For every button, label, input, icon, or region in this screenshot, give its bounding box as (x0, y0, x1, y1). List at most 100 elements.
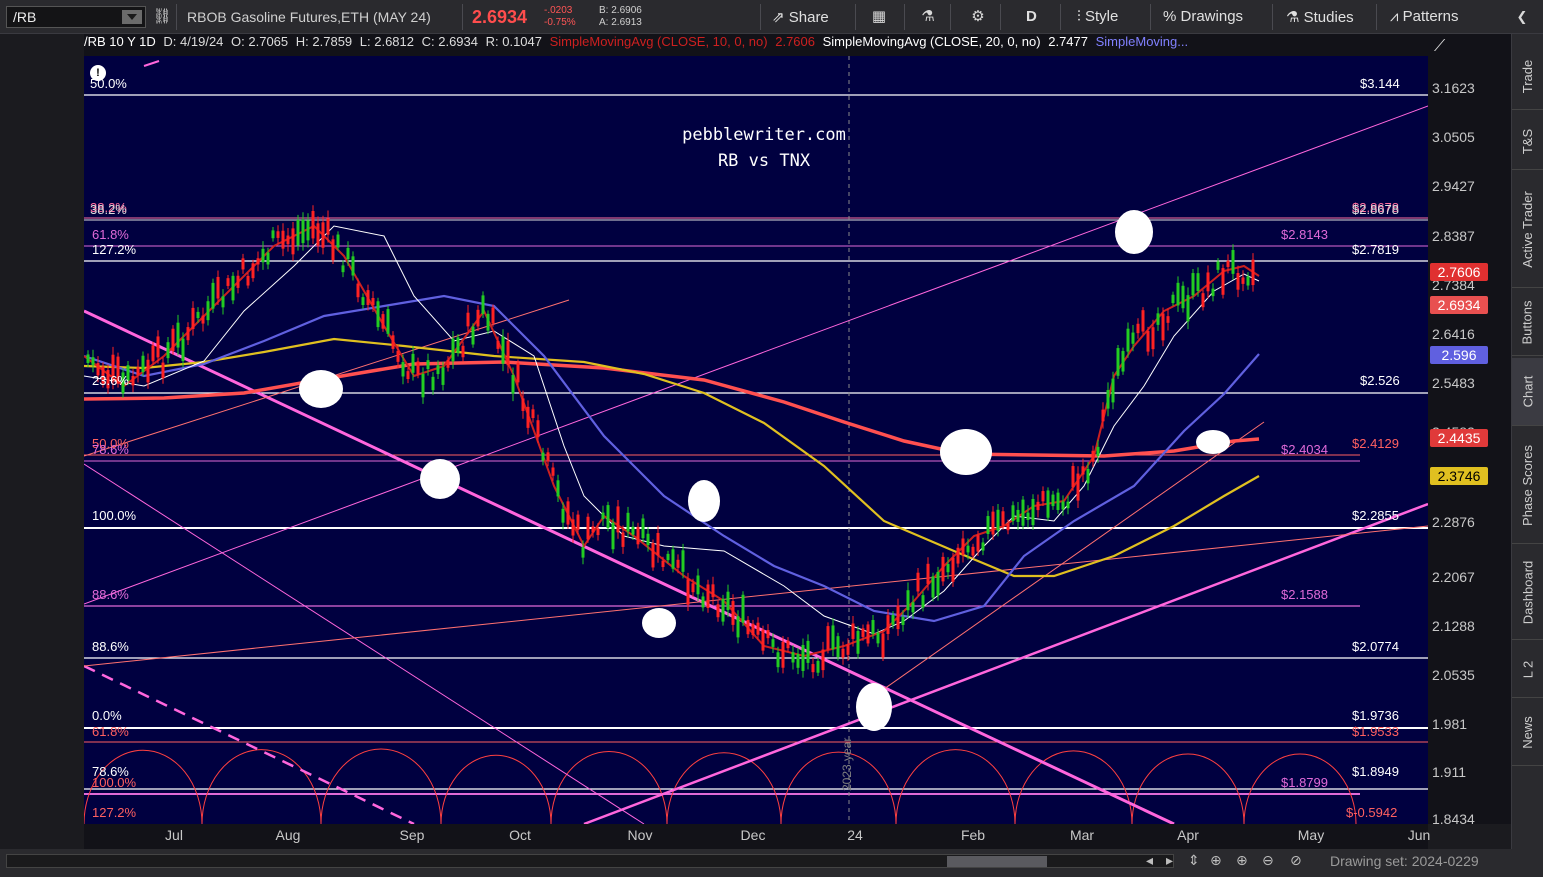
zoom-in-icon[interactable]: ⊕ (1236, 852, 1248, 869)
link-icon[interactable]: ⛓ (152, 7, 172, 27)
candle-body (236, 275, 240, 288)
candle-body (1071, 466, 1075, 488)
candle-body (1196, 273, 1200, 291)
candle-body (811, 664, 815, 673)
sidebar-tab-active-trader[interactable]: Active Trader (1512, 172, 1543, 288)
share-button[interactable]: ⇗ Share (772, 8, 829, 26)
drawings-button[interactable]: % Drawings (1163, 8, 1243, 25)
zoom-out-icon[interactable]: ⊖ (1262, 852, 1274, 869)
candle-body (591, 526, 595, 533)
chart-watermark: pebblewriter.com RB vs TNX (84, 122, 1428, 174)
scroll-right-icon[interactable]: ▸ (1166, 852, 1173, 869)
candle-body (971, 546, 975, 556)
toolbar-divider (1376, 4, 1377, 30)
sma-20-line[interactable] (84, 225, 1260, 635)
candle-body (1056, 492, 1060, 510)
candle-body (941, 556, 945, 582)
sma-50-line[interactable] (84, 294, 1260, 623)
candle-body (1021, 499, 1025, 526)
toolbar-divider (950, 4, 951, 30)
gear-icon[interactable]: ⚙ (968, 7, 988, 27)
sidebar-tab-phase-scores[interactable]: Phase Scores (1512, 428, 1543, 544)
sma-200-line[interactable] (84, 360, 1260, 458)
patterns-button[interactable]: ⩘ Patterns (1390, 8, 1459, 25)
candle-body (676, 559, 680, 568)
crosshair-icon[interactable]: ⊕ (1210, 852, 1222, 869)
trendline[interactable] (84, 105, 1428, 605)
highlight-marker[interactable] (299, 370, 343, 408)
candle-body (1136, 323, 1140, 334)
sidebar-tab-dashboard[interactable]: Dashboard (1512, 546, 1543, 640)
trendline-tool-icon[interactable]: ⟋ (1434, 38, 1458, 56)
flask-icon[interactable]: ⚗ (918, 7, 938, 27)
candle-body (751, 623, 755, 636)
candle-body (1206, 272, 1210, 292)
highlight-marker[interactable] (1196, 430, 1230, 454)
highlight-marker[interactable] (420, 459, 460, 499)
candle-body (746, 619, 750, 635)
sma-10-line[interactable] (84, 224, 1260, 658)
candle-body (326, 218, 330, 235)
candle-body (516, 362, 520, 383)
candle-body (601, 512, 605, 519)
candle-body (991, 511, 995, 535)
sma20-label[interactable]: SimpleMovingAvg (CLOSE, 20, 0, no) (823, 34, 1041, 49)
trendline[interactable] (143, 60, 160, 67)
sidebar-tab-t-s[interactable]: T&S (1512, 114, 1543, 170)
highlight-marker[interactable] (1115, 210, 1153, 254)
grid-layout-icon[interactable]: ▦ (869, 7, 889, 27)
cycle-arc (895, 749, 1016, 824)
sidebar-tab-trade[interactable]: Trade (1512, 44, 1543, 110)
sma10-label[interactable]: SimpleMovingAvg (CLOSE, 10, 0, no) (550, 34, 768, 49)
trendline[interactable] (84, 525, 1428, 667)
zoom-fit-icon[interactable]: ⊘ (1290, 852, 1302, 869)
time-scrollbar[interactable] (6, 854, 1174, 868)
candle-body (1116, 348, 1120, 376)
fib-percent-label: 0.0% (92, 708, 122, 723)
time-axis[interactable]: Jul Aug Sep Oct Nov Dec 24 Feb Mar Apr May Jun (84, 824, 1430, 849)
toolbar: /RB ⛓ RBOB Gasoline Futures,ETH (MAY 24)… (0, 0, 1543, 34)
scroll-thumb[interactable] (947, 856, 1047, 867)
price-axis[interactable]: ⟋ 3.1623 3.0505 2.9427 2.8387 2.7384 2.6416 2.… (1428, 34, 1511, 827)
candle-body (756, 622, 760, 635)
candle-body (336, 234, 340, 248)
candle-body (856, 630, 860, 654)
trendline[interactable] (84, 309, 1175, 824)
pan-icon[interactable]: ⇕ (1188, 852, 1200, 869)
price-chart[interactable]: pebblewriter.com RB vs TNX 50.0% 38.2% 38.… (84, 56, 1428, 824)
candle-body (226, 278, 230, 286)
alert-icon[interactable]: ! (90, 65, 106, 81)
candle-body (916, 572, 920, 592)
sma-more-label[interactable]: SimpleMoving... (1096, 34, 1188, 49)
candle-body (421, 373, 425, 398)
trendline[interactable] (84, 664, 415, 824)
sidebar-tab-label: Phase Scores (1520, 445, 1535, 526)
candle-body (1101, 409, 1105, 422)
studies-button[interactable]: ⚗ Studies (1286, 8, 1354, 26)
candle-body (1086, 468, 1090, 484)
highlight-marker[interactable] (856, 683, 892, 731)
highlight-marker[interactable] (688, 480, 720, 522)
style-button[interactable]: ⫶ Style (1077, 8, 1118, 25)
highlight-marker[interactable] (642, 608, 676, 638)
candle-body (136, 367, 140, 375)
candle-body (1226, 260, 1230, 267)
sidebar-tab-l-2[interactable]: L 2 (1512, 642, 1543, 698)
x-tick-label: Feb (960, 827, 986, 843)
close-panel-icon[interactable]: ❮ (1512, 7, 1532, 27)
candle-body (291, 228, 295, 255)
candle-body (1006, 523, 1010, 531)
sidebar-tab-chart[interactable]: Chart (1512, 358, 1543, 426)
trendline[interactable] (873, 421, 1265, 697)
trendline[interactable] (84, 463, 645, 824)
x-tick-label: Aug (275, 827, 301, 843)
sidebar-tab-buttons[interactable]: Buttons (1512, 290, 1543, 356)
scroll-left-icon[interactable]: ◂ (1146, 852, 1153, 869)
symbol-dropdown-icon[interactable] (122, 10, 142, 24)
highlight-marker[interactable] (940, 429, 992, 475)
period-button[interactable]: D (1026, 8, 1037, 25)
candle-body (946, 564, 950, 573)
candle-body (661, 560, 665, 568)
symbol-input[interactable]: /RB (6, 6, 146, 28)
sidebar-tab-news[interactable]: News (1512, 700, 1543, 766)
